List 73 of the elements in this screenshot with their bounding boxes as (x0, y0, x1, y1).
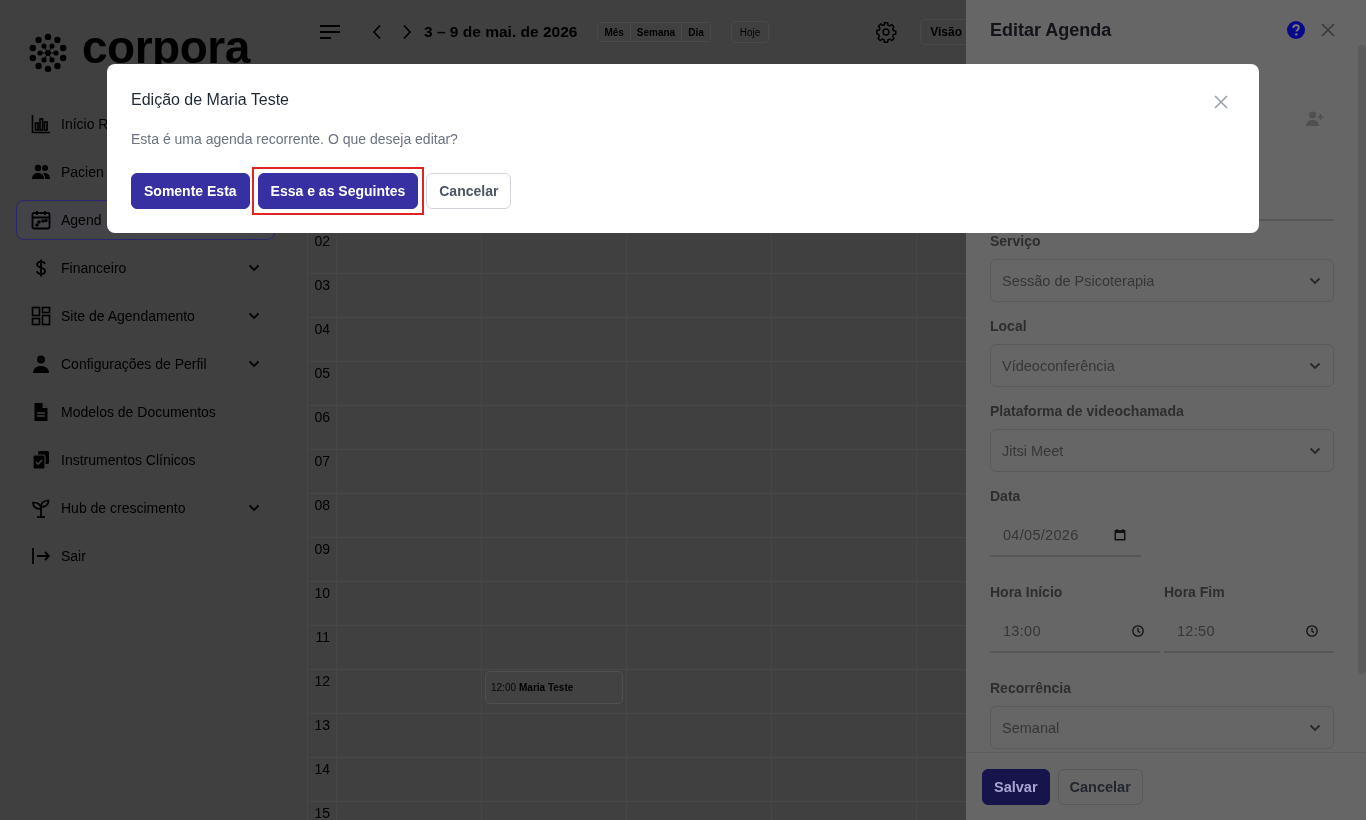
chevron-right-icon[interactable] (402, 24, 412, 40)
chevron-left-icon[interactable] (372, 24, 382, 40)
field-label: Local (990, 317, 1028, 336)
sidebar-item[interactable]: Início R (31, 112, 109, 136)
field-label: Recorrência (990, 679, 1072, 698)
cancel-button[interactable]: Cancelar (426, 173, 512, 209)
bar-chart-icon (31, 114, 51, 134)
menu-icon[interactable] (320, 25, 340, 39)
event-time: 12:00 (491, 682, 517, 693)
event-card[interactable]: 12:00 Maria Teste (485, 671, 623, 704)
field-label: Hora Fim (1164, 583, 1226, 602)
hour-label: 10 (313, 584, 331, 601)
field-label: Data (990, 487, 1022, 506)
view-tab[interactable]: Dia (681, 23, 710, 41)
view-menu-button[interactable]: Visão (920, 19, 966, 45)
chevron-down-icon (1309, 446, 1321, 455)
sidebar-item[interactable]: Pacien (31, 160, 104, 184)
people-icon (31, 162, 51, 182)
logo-text: corpora (82, 30, 250, 64)
clipboard-check-icon (31, 450, 51, 470)
clock-icon (1132, 624, 1144, 637)
chevron-down-icon (248, 312, 260, 320)
dialog-message: Esta é uma agenda recorrente. O que deseja editar? (131, 130, 459, 149)
option-button[interactable]: Somente Esta (131, 173, 250, 209)
field-label: Plataforma de videochamada (990, 402, 1185, 421)
close-icon[interactable] (1321, 23, 1335, 37)
dialog-title: Edição de Maria Teste (131, 90, 289, 110)
sidebar-item[interactable]: Instrumentos Clínicos (31, 448, 196, 472)
layout-grid-icon (31, 306, 51, 326)
close-icon[interactable] (1214, 95, 1228, 109)
sidebar-item[interactable]: Hub de crescimento (31, 496, 260, 520)
chevron-down-icon (1309, 723, 1321, 732)
date-range-title: 3 – 9 de mai. de 2026 (424, 23, 578, 41)
hour-label: 14 (313, 760, 331, 777)
sidebar-item[interactable]: Site de Agendamento (31, 304, 260, 328)
panel-title: Editar Agenda (990, 19, 1112, 41)
clock-icon (1306, 624, 1318, 637)
chevron-down-icon (248, 264, 260, 272)
hour-label: 07 (313, 452, 331, 469)
hour-label: 15 (313, 804, 331, 820)
chevron-down-icon (248, 504, 260, 512)
hour-label: 08 (313, 496, 331, 513)
settings-icon[interactable] (875, 21, 898, 43)
field-label: Serviço (990, 232, 1042, 251)
help-icon[interactable] (1287, 21, 1305, 39)
sidebar-item[interactable]: Agend (31, 208, 102, 232)
hour-label: 12 (313, 672, 331, 689)
hour-label: 04 (313, 320, 331, 337)
today-button[interactable]: Hoje (730, 21, 770, 43)
hour-label: 11 (314, 628, 331, 645)
sidebar-item[interactable]: Sair (31, 544, 86, 568)
hour-label: 02 (313, 232, 331, 249)
sidebar-item[interactable]: Configurações de Perfil (31, 352, 260, 376)
hour-label: 06 (313, 408, 331, 425)
hour-label: 13 (313, 716, 331, 733)
sprout-icon (31, 498, 51, 518)
cancel-button[interactable]: Cancelar (1057, 768, 1143, 805)
hour-label: 03 (313, 276, 331, 293)
sidebar-item[interactable]: Modelos de Documentos (31, 400, 216, 424)
calendar-icon (31, 210, 51, 230)
person-icon (31, 354, 51, 374)
event-title: Maria Teste (519, 682, 574, 693)
chevron-down-icon (1309, 276, 1321, 285)
hour-label: 05 (313, 364, 331, 381)
chevron-down-icon (1309, 361, 1321, 370)
hour-label: 09 (313, 540, 331, 557)
field-label: Hora Início (990, 583, 1064, 602)
save-button[interactable]: Salvar (982, 768, 1050, 805)
exit-arrow-icon (31, 546, 51, 566)
calendar-icon (1114, 528, 1126, 541)
option-button[interactable]: Essa e as Seguintes (257, 173, 419, 209)
chevron-down-icon (248, 360, 260, 368)
sidebar-item[interactable]: Financeiro (31, 256, 260, 280)
